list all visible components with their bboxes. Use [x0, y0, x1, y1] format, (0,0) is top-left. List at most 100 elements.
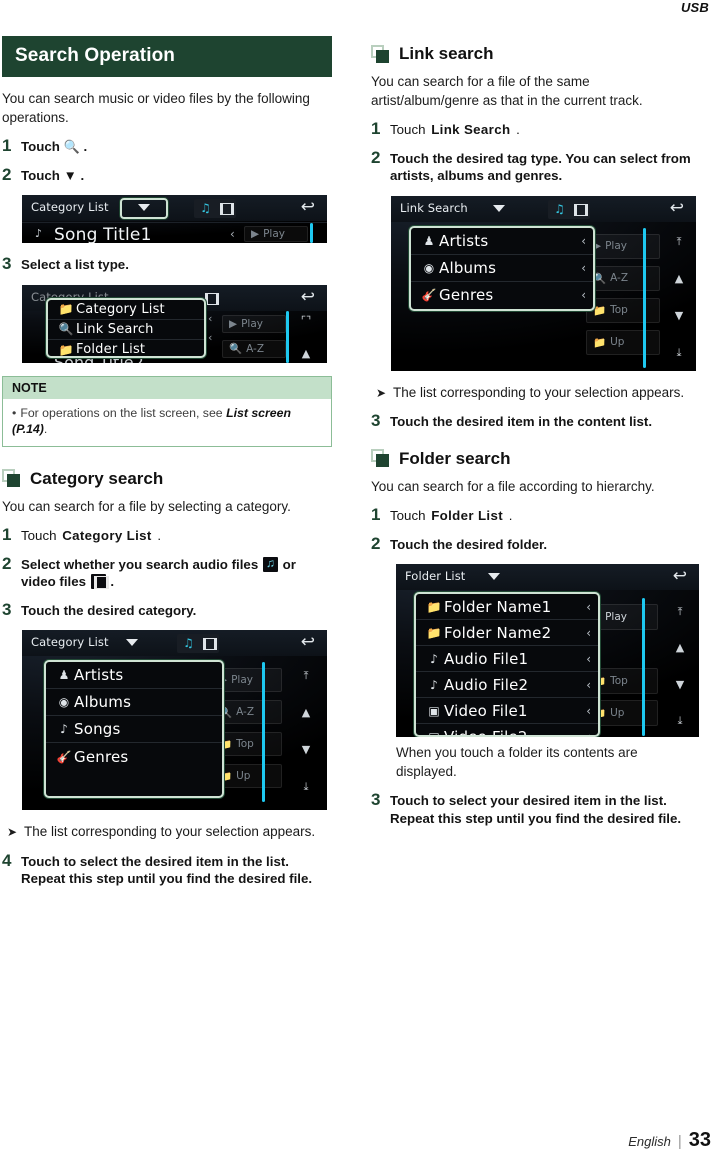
row-chevron-icon: ‹ [208, 311, 213, 325]
dropdown-item-artists[interactable]: ♟ Artists ‹ [411, 228, 593, 255]
dropdown-item-link-search[interactable]: 🔍 Link Search [48, 320, 204, 340]
caret-down-icon[interactable] [493, 204, 505, 212]
genre-icon: 🎸 [56, 749, 72, 764]
scroll-top-icon[interactable]: ⤒ [304, 670, 309, 681]
note-heading: NOTE [3, 376, 331, 399]
scroll-down-icon[interactable]: ▼ [675, 310, 683, 321]
folder-icon: 📁 [426, 625, 442, 640]
caret-down-icon: ▼ [63, 167, 77, 183]
scroll-down-icon[interactable]: ▼ [302, 744, 310, 755]
dropdown-item-label: Genres [439, 286, 494, 304]
video-icon[interactable] [200, 636, 217, 651]
chevron-left-icon: ‹ [581, 288, 586, 302]
chevron-left-icon: ‹ [586, 599, 591, 614]
note-body: • For operations on the list screen, see … [3, 398, 331, 446]
song-row-label[interactable]: Song Title1 [54, 225, 152, 243]
scroll-down-icon[interactable]: ▼ [676, 679, 684, 690]
video-icon[interactable] [217, 201, 234, 216]
scroll-top-icon[interactable]: ⤒ [677, 236, 682, 247]
song-icon: ♪ [430, 677, 438, 692]
category-search-intro: You can search for a file by selecting a… [2, 498, 291, 514]
square-filled-icon [7, 474, 20, 487]
scroll-bottom-icon[interactable]: ⤓ [677, 347, 682, 358]
category-step-2: 2 Select whether you search audio files … [2, 555, 332, 591]
list-item-folder1[interactable]: 📁 Folder Name1 ‹ [416, 594, 598, 620]
folder-icon: 📁 [58, 302, 74, 316]
folder-step-3: 3 Touch to select your desired item in t… [371, 791, 701, 827]
scroll-bottom-icon[interactable]: ⤓ [678, 715, 683, 726]
link-step-1: 1 Touch Link Search . [371, 120, 701, 139]
step-number: 3 [2, 599, 12, 619]
key-link-search[interactable]: Link Search [430, 122, 511, 137]
list-item-video2[interactable]: ▣ Video File2 ‹ [416, 724, 598, 737]
list-item-folder2[interactable]: 📁 Folder Name2 ‹ [416, 620, 598, 646]
list-item-audio1[interactable]: ♪ Audio File1 ‹ [416, 646, 598, 672]
scroll-up-icon[interactable]: ▲ [302, 707, 310, 718]
chevron-left-icon: ‹ [586, 703, 591, 718]
step-text: Touch the desired category. [21, 602, 197, 618]
step-text: Select whether you search audio files or… [21, 555, 332, 591]
audio-icon[interactable] [198, 201, 213, 216]
return-arrow-icon[interactable]: ↩ [673, 568, 687, 585]
return-arrow-icon[interactable]: ↩ [301, 288, 315, 306]
control-label: Up [610, 336, 625, 348]
scrollbar[interactable] [262, 662, 265, 802]
dropdown-item-genres[interactable]: 🎸 Genres [46, 743, 222, 770]
az-control[interactable]: 🔍 A-Z [586, 265, 660, 291]
source-icons [548, 199, 590, 219]
scroll-nav: ⤒ ▲ ▼ ⤓ [668, 606, 692, 726]
dropdown-item-label: Category List [76, 301, 165, 317]
key-folder-list[interactable]: Folder List [430, 508, 504, 523]
scroll-bottom-icon[interactable]: ⤓ [304, 781, 309, 792]
square-filled-icon [376, 49, 389, 63]
dropdown-item-genres[interactable]: 🎸 Genres ‹ [411, 282, 593, 309]
dropdown-item-albums[interactable]: ◉ Albums ‹ [411, 255, 593, 282]
dropdown-item-category-list[interactable]: 📁 Category List [48, 300, 204, 320]
left-column: Search Operation You can search music or… [2, 36, 332, 899]
page-footer: English | 33 [628, 1129, 711, 1152]
dropdown-item-folder-list[interactable]: 📁 Folder List [48, 340, 204, 356]
play-control[interactable]: ▶ Play [586, 233, 660, 259]
scroll-up-icon[interactable]: ▲ [676, 642, 684, 653]
scroll-top-icon[interactable]: ⌜⌝ [301, 315, 311, 326]
return-arrow-icon[interactable]: ↩ [301, 199, 315, 216]
az-control[interactable]: 🔍 A-Z [222, 339, 286, 358]
step-number: 1 [371, 505, 381, 524]
scrollbar[interactable] [310, 223, 313, 243]
source-icons [177, 634, 219, 653]
dropdown-item-label: Albums [74, 693, 132, 711]
scrollbar[interactable] [286, 310, 289, 363]
scroll-up-icon[interactable]: ▲ [302, 348, 310, 359]
caret-down-icon[interactable] [488, 573, 500, 580]
dropdown-item-artists[interactable]: ♟ Artists [46, 662, 222, 689]
dropdown-item-songs[interactable]: ♪ Songs [46, 716, 222, 743]
song-icon: ♪ [430, 651, 438, 666]
scrollbar[interactable] [643, 227, 646, 368]
return-arrow-icon[interactable]: ↩ [301, 634, 315, 651]
album-icon: ◉ [58, 695, 70, 709]
top-control[interactable]: 📁 Top [586, 297, 660, 323]
return-arrow-icon[interactable]: ↩ [670, 199, 684, 217]
list-item-label: Video File2 [444, 728, 528, 737]
audio-icon[interactable] [552, 202, 567, 217]
scroll-top-icon[interactable]: ⤒ [678, 606, 683, 617]
section-square-icon [2, 469, 21, 488]
chevron-left-icon: ‹ [586, 625, 591, 640]
video-icon[interactable] [571, 202, 588, 217]
audio-icon[interactable] [181, 636, 196, 651]
result-text: The list corresponding to your selection… [393, 384, 685, 400]
play-control[interactable]: ▶ Play [244, 226, 308, 242]
genre-icon: 🎸 [421, 288, 437, 302]
scrollbar[interactable] [642, 598, 645, 736]
album-icon: ◉ [423, 260, 435, 275]
caret-down-icon[interactable] [126, 639, 138, 646]
play-control[interactable]: ▶ Play [222, 314, 286, 333]
up-control[interactable]: 📁 Up [586, 329, 660, 355]
link-step-3: 3 Touch the desired item in the content … [371, 412, 701, 431]
list-item-video1[interactable]: ▣ Video File1 ‹ [416, 698, 598, 724]
scroll-up-icon[interactable]: ▲ [675, 273, 683, 284]
dropdown-item-albums[interactable]: ◉ Albums [46, 689, 222, 716]
key-category-list[interactable]: Category List [61, 528, 153, 543]
caret-down-icon[interactable] [138, 204, 150, 211]
list-item-audio2[interactable]: ♪ Audio File2 ‹ [416, 672, 598, 698]
